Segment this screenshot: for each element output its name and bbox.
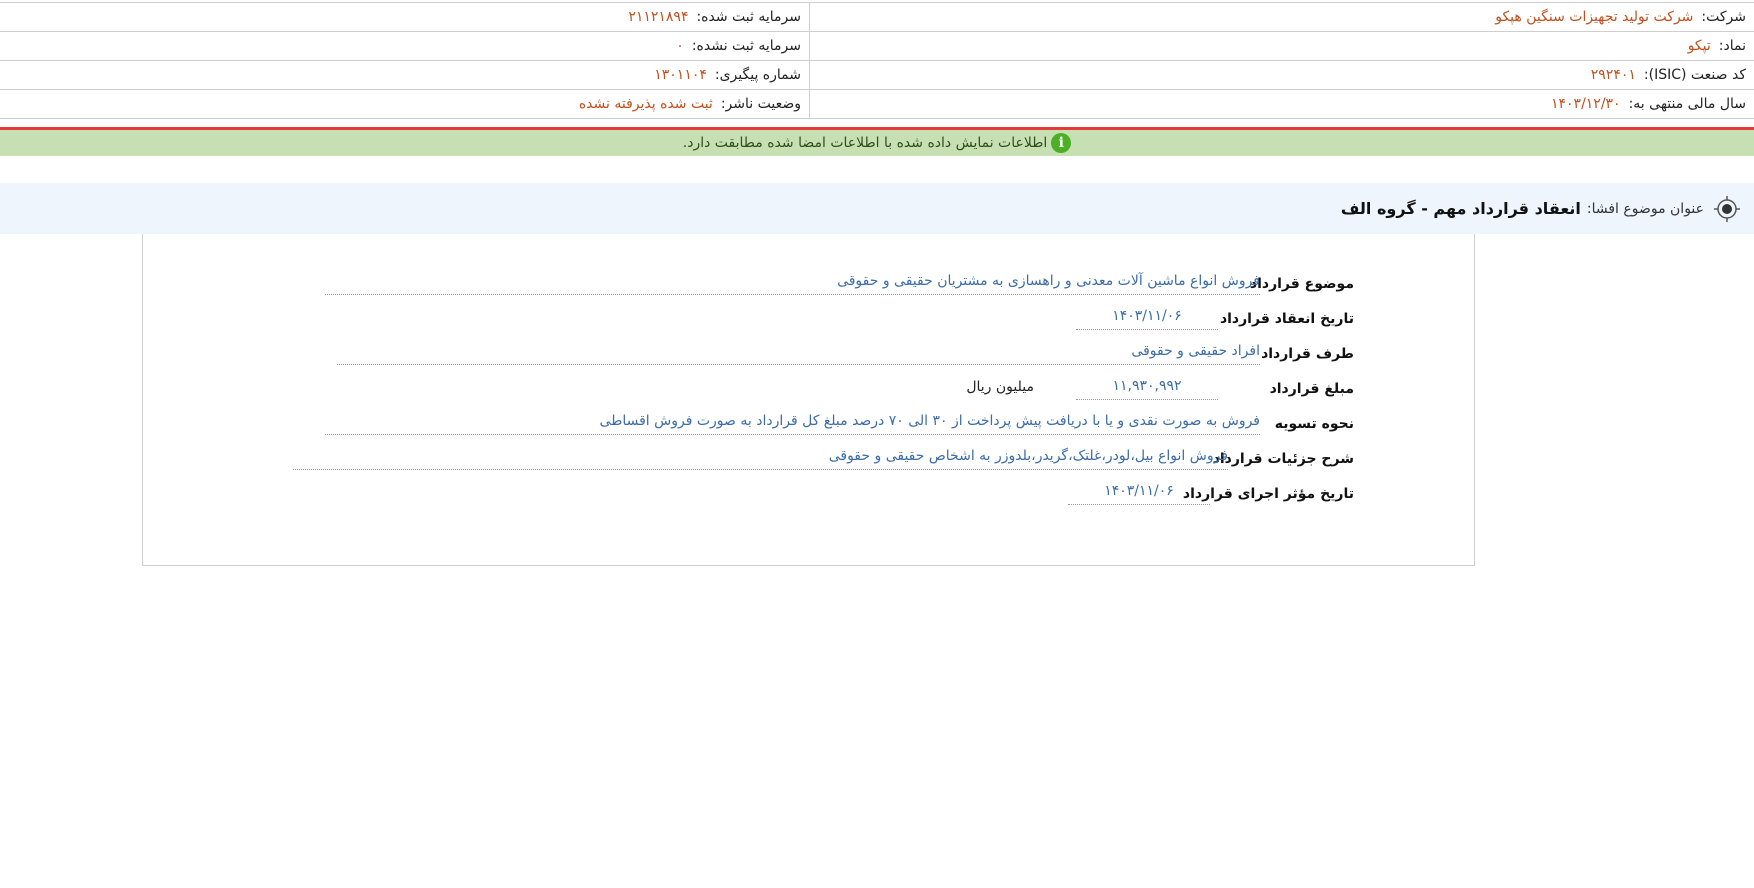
verification-notice: i اطلاعات نمایش داده شده با اطلاعات امضا…	[0, 127, 1754, 156]
fiscal-year-label: سال مالی منتهی به:	[1628, 96, 1746, 112]
info-icon: i	[1051, 133, 1072, 153]
info-row-fiscal-year: سال مالی منتهی به: ۱۴۰۳/۱۲/۳۰ وضعیت ناشر…	[0, 90, 1754, 119]
detail-row-subject: موضوع قرارداد فروش انواع ماشین آلات معدن…	[274, 273, 1354, 304]
tracking-number-label: شماره پیگیری:	[714, 67, 801, 83]
detail-row-party: طرف قرارداد افراد حقیقی و حقوقی	[274, 343, 1354, 374]
effective-date-field-value: ۱۴۰۳/۱۱/۰۶	[1068, 483, 1210, 505]
company-cell: شرکت: شرکت تولید تجهیزات سنگین هپکو	[809, 3, 1754, 31]
fiscal-year-cell: سال مالی منتهی به: ۱۴۰۳/۱۲/۳۰	[809, 90, 1754, 118]
amount-field-value: ۱۱,۹۳۰,۹۹۲	[1076, 378, 1218, 400]
date-field-value: ۱۴۰۳/۱۱/۰۶	[1076, 308, 1218, 330]
company-label: شرکت:	[1701, 9, 1746, 25]
unregistered-capital-label: سرمایه ثبت نشده:	[691, 38, 801, 54]
detail-row-description: شرح جزئیات قرارداد فروش انواع بیل،لودر،غ…	[274, 448, 1354, 479]
settlement-field-label: نحوه تسویه	[1274, 416, 1354, 432]
registered-capital-label: سرمایه ثبت شده:	[696, 9, 801, 25]
target-icon	[1714, 195, 1740, 222]
contract-details: موضوع قرارداد فروش انواع ماشین آلات معدن…	[142, 234, 1475, 566]
disclosure-subject-bar: عنوان موضوع افشا: انعقاد قرارداد مهم - گ…	[0, 183, 1754, 234]
isic-label: کد صنعت (ISIC):	[1643, 67, 1746, 83]
notice-text: اطلاعات نمایش داده شده با اطلاعات امضا ش…	[682, 135, 1048, 151]
unregistered-capital-value: ۰	[676, 38, 684, 54]
fiscal-year-value: ۱۴۰۳/۱۲/۳۰	[1550, 96, 1621, 112]
disclosure-page: شرکت: شرکت تولید تجهیزات سنگین هپکو سرما…	[0, 0, 1754, 888]
registered-capital-value: ۲۱۱۲۱۸۹۴	[628, 9, 689, 25]
isic-value: ۲۹۲۴۰۱	[1590, 67, 1636, 83]
description-field-label: شرح جزئیات قرارداد	[1212, 451, 1354, 467]
publisher-status-value: ثبت شده پذیرفته نشده	[578, 96, 713, 112]
isic-cell: کد صنعت (ISIC): ۲۹۲۴۰۱	[809, 61, 1754, 89]
settlement-field-value: فروش به صورت نقدی و یا با دریافت پیش پرد…	[325, 413, 1260, 435]
detail-row-date: تاریخ انعقاد قرارداد ۱۴۰۳/۱۱/۰۶	[274, 308, 1354, 339]
registered-capital-cell: سرمایه ثبت شده: ۲۱۱۲۱۸۹۴	[0, 3, 809, 31]
tracking-number-cell: شماره پیگیری: ۱۳۰۱۱۰۴	[0, 61, 809, 89]
party-field-label: طرف قرارداد	[1261, 346, 1354, 362]
description-field-value: فروش انواع بیل،لودر،غلتک،گریدر،بلدوزر به…	[293, 448, 1228, 470]
subject-field-label: موضوع قرارداد	[1249, 276, 1354, 292]
info-row-symbol: نماد: تپکو سرمایه ثبت نشده: ۰	[0, 32, 1754, 61]
detail-row-amount: مبلغ قرارداد ۱۱,۹۳۰,۹۹۲ میلیون ریال	[274, 378, 1354, 409]
info-row-isic: کد صنعت (ISIC): ۲۹۲۴۰۱ شماره پیگیری: ۱۳۰…	[0, 61, 1754, 90]
publisher-status-cell: وضعیت ناشر: ثبت شده پذیرفته نشده	[0, 90, 809, 118]
publisher-status-label: وضعیت ناشر:	[720, 96, 801, 112]
detail-row-effective-date: تاریخ مؤثر اجرای قرارداد ۱۴۰۳/۱۱/۰۶	[274, 483, 1354, 514]
unregistered-capital-cell: سرمایه ثبت نشده: ۰	[0, 32, 809, 60]
subject-field-value: فروش انواع ماشین آلات معدنی و راهسازی به…	[325, 273, 1260, 295]
company-value: شرکت تولید تجهیزات سنگین هپکو	[1495, 9, 1694, 25]
detail-row-settlement: نحوه تسویه فروش به صورت نقدی و یا با دری…	[274, 413, 1354, 444]
info-row-company: شرکت: شرکت تولید تجهیزات سنگین هپکو سرما…	[0, 3, 1754, 32]
subject-title: انعقاد قرارداد مهم - گروه الف	[1340, 199, 1581, 218]
symbol-cell: نماد: تپکو	[809, 32, 1754, 60]
symbol-label: نماد:	[1718, 38, 1746, 54]
symbol-value: تپکو	[1687, 38, 1711, 54]
party-field-value: افراد حقیقی و حقوقی	[337, 343, 1260, 365]
amount-unit: میلیون ریال	[966, 379, 1034, 395]
date-field-label: تاریخ انعقاد قرارداد	[1219, 311, 1354, 327]
company-info-table: شرکت: شرکت تولید تجهیزات سنگین هپکو سرما…	[0, 2, 1754, 119]
subject-label: عنوان موضوع افشا:	[1586, 200, 1704, 217]
tracking-number-value: ۱۳۰۱۱۰۴	[654, 67, 707, 83]
amount-field-label: مبلغ قرارداد	[1269, 381, 1354, 397]
